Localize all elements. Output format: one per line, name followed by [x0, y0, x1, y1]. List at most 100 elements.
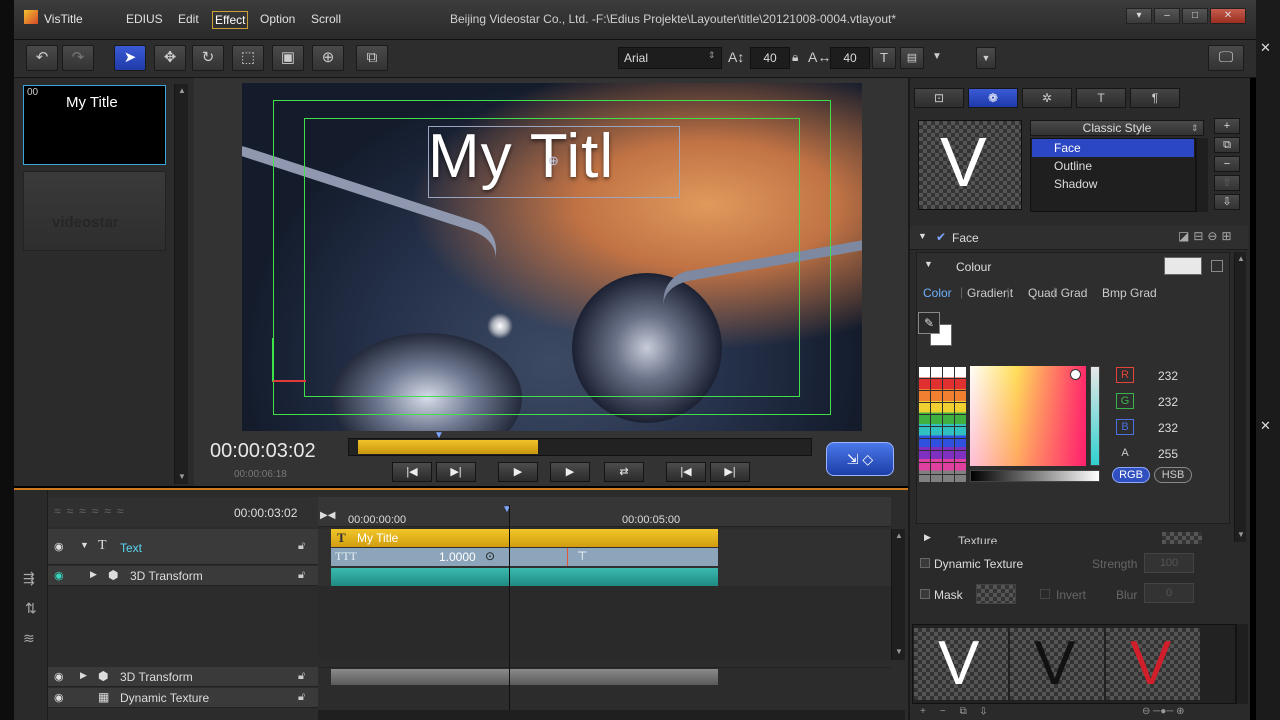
- track-lock-icon[interactable]: 🔓︎: [298, 569, 305, 582]
- page-thumbnail-template[interactable]: videostar: [23, 171, 166, 251]
- dynamic-texture-checkbox[interactable]: [920, 558, 930, 568]
- tab-style[interactable]: ❁: [968, 88, 1018, 108]
- step-back-button[interactable]: ▶|: [436, 462, 476, 482]
- style-item-outline[interactable]: Outline: [1032, 157, 1194, 175]
- previous-keyframe-button[interactable]: |◀: [666, 462, 706, 482]
- loop-button[interactable]: ⇄: [604, 462, 644, 482]
- mask-swatch[interactable]: [976, 584, 1016, 604]
- expand-arrow-icon[interactable]: ▼: [80, 540, 89, 550]
- more-options-button[interactable]: ▼: [976, 47, 996, 69]
- channel-b-value[interactable]: 232: [1158, 421, 1178, 435]
- scroll-down-icon[interactable]: ▼: [1237, 530, 1245, 539]
- scroll-down-icon[interactable]: ▼: [895, 647, 903, 656]
- keyframe-end-icon[interactable]: ⊤: [577, 549, 587, 563]
- hue-slider[interactable]: [1090, 366, 1100, 466]
- apply-to-edius-button[interactable]: ⇲ ◇: [826, 442, 894, 476]
- scrub-playhead-icon[interactable]: ▼: [434, 430, 444, 441]
- style-dropdown[interactable]: Classic Style ⇕: [1030, 120, 1204, 136]
- face-enabled-checkbox[interactable]: ✔: [936, 230, 946, 244]
- track-move-icon[interactable]: ⇅: [25, 600, 37, 617]
- track-lock-icon[interactable]: 🔓︎: [298, 540, 305, 553]
- timeline-ruler[interactable]: ▶◀ 00:00:00:00 00:00:05:00 ▼: [318, 497, 891, 527]
- redo-button[interactable]: ↷: [62, 45, 94, 71]
- texture-swatch[interactable]: [1162, 532, 1202, 544]
- keyframe-control-icon[interactable]: ⊙: [485, 549, 495, 563]
- track-add-icon[interactable]: ⇶: [23, 570, 35, 587]
- go-to-start-button[interactable]: |◀: [392, 462, 432, 482]
- background-window-close-icon-2[interactable]: ✕: [1260, 418, 1271, 434]
- ruler-playhead-icon[interactable]: ▼: [502, 504, 512, 515]
- safe-area-button[interactable]: ⧉: [356, 45, 388, 71]
- duplicate-layer-button[interactable]: ⧉: [1214, 137, 1240, 153]
- title-clip[interactable]: T My Title: [331, 529, 718, 547]
- mask-checkbox[interactable]: [920, 589, 930, 599]
- transform-clip[interactable]: [331, 568, 718, 586]
- collapse-arrow-icon[interactable]: ▶: [80, 670, 87, 681]
- zoom-slider-icon[interactable]: ⊖ ─●─ ⊕: [1142, 706, 1185, 717]
- menu-edius[interactable]: EDIUS: [126, 12, 163, 26]
- strength-input[interactable]: 100: [1144, 553, 1194, 573]
- alpha-slider[interactable]: [970, 470, 1100, 482]
- lower-track-dynamic-texture[interactable]: ◉ ▦ Dynamic Texture 🔓︎: [48, 688, 318, 708]
- text-box-button[interactable]: T: [872, 47, 896, 69]
- layers-icon[interactable]: ≋: [23, 630, 35, 647]
- page-thumbnail-selected[interactable]: 00 My Title: [23, 85, 166, 165]
- blur-input[interactable]: 0: [1144, 583, 1194, 603]
- channel-g-value[interactable]: 232: [1158, 395, 1178, 409]
- properties-scrollbar[interactable]: ▲ ▼: [1234, 252, 1246, 542]
- next-keyframe-button[interactable]: ▶|: [710, 462, 750, 482]
- tab-color[interactable]: Color: [923, 286, 952, 300]
- scale-tool-button[interactable]: ⬚: [232, 45, 264, 71]
- move-tool-button[interactable]: ✥: [154, 45, 186, 71]
- style-item-shadow[interactable]: Shadow: [1032, 175, 1194, 193]
- rotate-tool-button[interactable]: ↻: [192, 45, 224, 71]
- visibility-eye-icon[interactable]: ◉: [54, 670, 64, 683]
- face-section-header[interactable]: ▼ ✔ Face ◪⊟⊖⊞: [910, 226, 1248, 250]
- close-button[interactable]: ✕: [1210, 8, 1246, 24]
- colour-preview-swatch[interactable]: [1164, 257, 1202, 275]
- tab-bmp-grad[interactable]: Bmp Grad: [1102, 286, 1157, 300]
- lower-track-3d-transform[interactable]: ◉ ▶ ⬢ 3D Transform 🔓︎: [48, 667, 318, 687]
- tab-paragraph[interactable]: ¶: [1130, 88, 1180, 108]
- eyedropper-button[interactable]: ✎: [918, 312, 954, 348]
- timeline-vertical-scrollbar[interactable]: ▲ ▼: [891, 529, 905, 660]
- font-size-width-input[interactable]: 40: [830, 47, 870, 69]
- rgb-mode-button[interactable]: RGB: [1112, 467, 1150, 483]
- menu-scroll[interactable]: Scroll: [311, 12, 341, 26]
- track-text-header[interactable]: ◉ ▼ T Text 🔓︎: [48, 529, 318, 565]
- tab-effects[interactable]: ✲: [1022, 88, 1072, 108]
- timeline-playhead[interactable]: [509, 505, 510, 720]
- align-dropdown-icon[interactable]: ▼: [932, 51, 942, 62]
- tab-text[interactable]: T: [1076, 88, 1126, 108]
- move-layer-down-button[interactable]: ⇩: [1214, 194, 1240, 210]
- style-list-scrollbar[interactable]: [1196, 138, 1208, 212]
- play-button[interactable]: ▶: [550, 462, 590, 482]
- keyframe-lane[interactable]: TTT 1.0000 ⊙ ⊤: [331, 548, 718, 566]
- colour-collapse-icon[interactable]: ▼: [924, 259, 933, 269]
- channel-b-button[interactable]: B: [1116, 419, 1134, 435]
- scroll-up-icon[interactable]: ▲: [178, 86, 186, 95]
- maximize-button[interactable]: □: [1182, 8, 1208, 24]
- visibility-eye-icon[interactable]: ◉: [54, 691, 64, 704]
- background-window-close-icon[interactable]: ✕: [1260, 40, 1271, 56]
- channel-r-button[interactable]: R: [1116, 367, 1134, 383]
- minimize-button[interactable]: –: [1154, 8, 1180, 24]
- texture-expand-icon[interactable]: ▶: [924, 532, 931, 543]
- restore-down-button[interactable]: ▾: [1126, 8, 1152, 24]
- channel-a-value[interactable]: 255: [1158, 447, 1178, 461]
- saturation-value-picker[interactable]: [970, 366, 1086, 466]
- select-tool-button[interactable]: ➤: [114, 45, 146, 71]
- move-layer-up-button[interactable]: ⇧: [1214, 175, 1240, 191]
- font-size-height-input[interactable]: 40: [750, 47, 790, 69]
- title-text-object[interactable]: My Titl: [428, 121, 614, 192]
- keyframe-tools-icon[interactable]: ≈≈≈≈≈≈: [54, 504, 130, 518]
- track-lock-icon[interactable]: 🔓︎: [298, 670, 305, 683]
- add-layer-button[interactable]: +: [1214, 118, 1240, 134]
- thumbnail-scrollbar[interactable]: ▲ ▼: [174, 84, 188, 484]
- scroll-up-icon[interactable]: ▲: [1237, 254, 1245, 263]
- text-align-button[interactable]: ▤: [900, 47, 924, 69]
- track-3d-transform-header[interactable]: ◉ ▶ ⬢ 3D Transform 🔓︎: [48, 566, 318, 586]
- hsb-mode-button[interactable]: HSB: [1154, 467, 1192, 483]
- channel-g-button[interactable]: G: [1116, 393, 1134, 409]
- anchor-tool-button[interactable]: ⊕: [312, 45, 344, 71]
